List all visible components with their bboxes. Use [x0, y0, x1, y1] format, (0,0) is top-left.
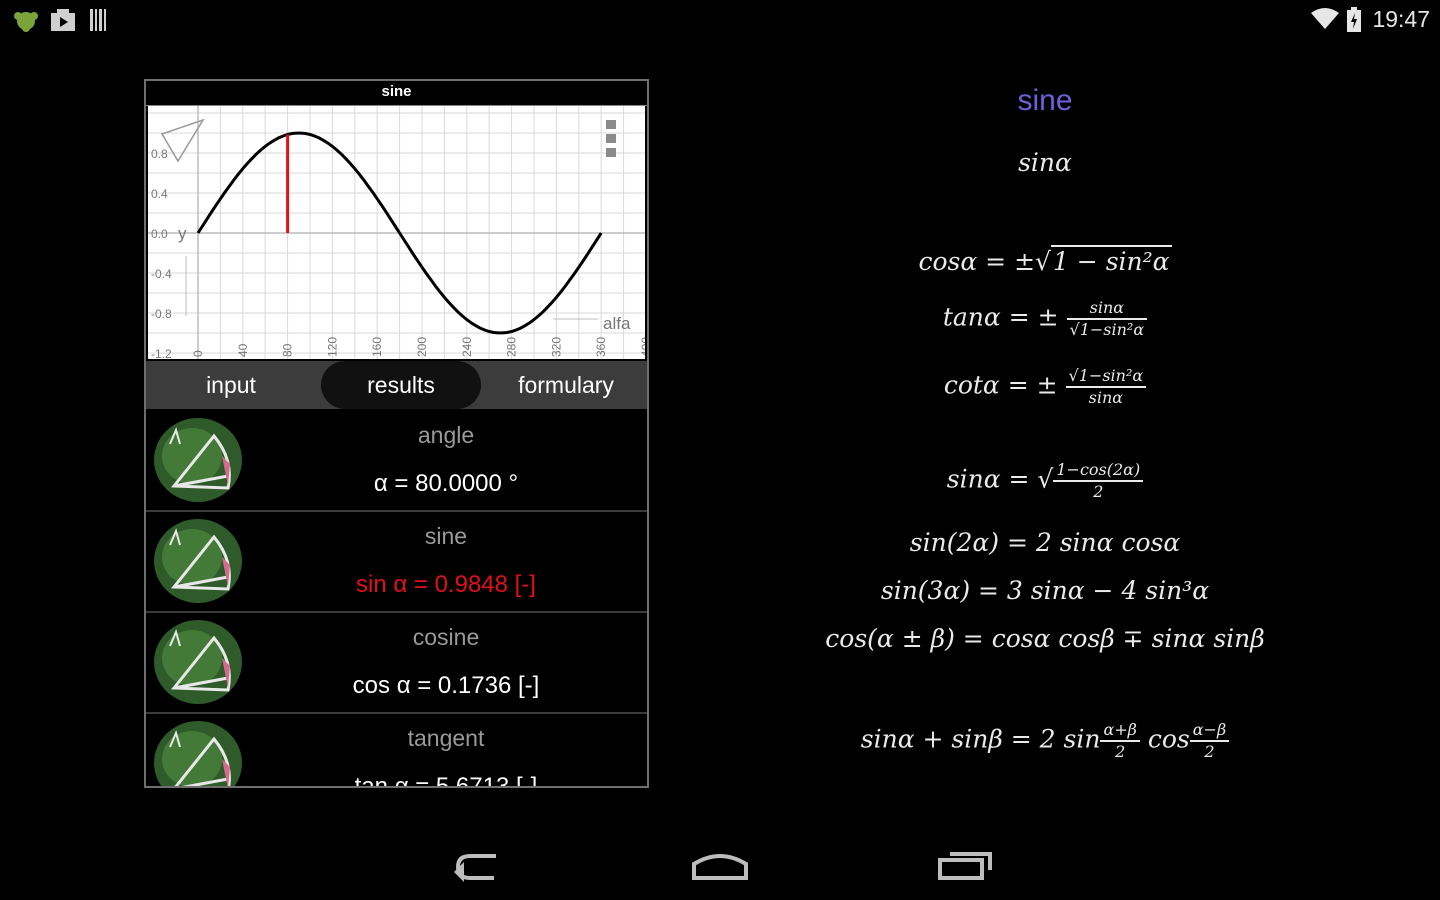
- formula-denominator: 2: [1115, 742, 1126, 761]
- formula-sin2: sin(2α) = 2 sinα cosα: [909, 528, 1181, 557]
- back-icon[interactable]: [450, 848, 506, 888]
- x-tick-label: 280: [505, 337, 519, 357]
- formula-cos: cosα = ±√1 − sin²α: [800, 245, 1290, 276]
- row-label: tangent: [407, 725, 485, 751]
- formula-lhs: tanα: [942, 302, 1001, 332]
- formula-tan: tanα = ± sinα √1−sin²α: [800, 298, 1290, 340]
- formula-numerator: √1−sin²α: [1065, 366, 1147, 388]
- status-bar: 19:47: [0, 0, 1440, 40]
- y-tick-label: 0.8: [151, 147, 168, 161]
- formulary-title: sine: [1017, 84, 1073, 117]
- barcode-icon: [89, 8, 109, 36]
- formula-lhs: cosα: [918, 247, 978, 276]
- x-tick-label: 80: [281, 343, 295, 357]
- x-tick-label: 240: [460, 337, 474, 357]
- y-tick-label: -0.4: [151, 267, 172, 281]
- row-value: α = 80.0000 °: [373, 470, 519, 497]
- tab-bar: input results formulary: [146, 361, 647, 409]
- formula-fraction: 1−cos(2α) 2: [1053, 460, 1144, 502]
- overflow-menu-icon: [606, 134, 616, 143]
- formula-cossum: cos(α ± β) = cosα cosβ ∓ sinα sinβ: [825, 624, 1265, 653]
- formula-denominator: 2: [1093, 482, 1104, 501]
- formula-denominator: sinα: [1088, 388, 1124, 407]
- formula-fraction: sinα √1−sin²α: [1066, 298, 1148, 340]
- sine-icon: [152, 517, 244, 605]
- formula-cot: cotα = ± √1−sin²α sinα: [800, 366, 1290, 408]
- results-list: angle α = 80.0000 ° sine sin α = 0.9848 …: [146, 410, 647, 788]
- x-tick-label: 160: [370, 337, 384, 357]
- result-row-sine[interactable]: sine sin α = 0.9848 [-]: [146, 511, 647, 613]
- y-tick-label: 0.4: [151, 187, 168, 201]
- row-value: tan α = 5.6713 [-]: [354, 773, 538, 788]
- media-icon: [50, 8, 76, 36]
- y-tick-label: -1.2: [151, 347, 172, 359]
- calculator-panel: sine 0.8 0.4 0.0 -0.4 -0.8 -1.2 0 40 80 120 160 200…: [144, 79, 649, 788]
- angle-icon: [152, 416, 244, 504]
- formulary-panel: sine sinα cosα = ±√1 − sin²α tanα = ± si…: [800, 80, 1290, 790]
- navigation-bar: [0, 820, 1440, 900]
- tab-results[interactable]: results: [321, 361, 481, 409]
- formula-fraction: α−β 2: [1189, 720, 1230, 762]
- formula-denominator: √1−sin²α: [1069, 320, 1145, 339]
- formula-eq: =: [977, 247, 1015, 276]
- formula-numerator: sinα: [1066, 298, 1148, 320]
- clock: 19:47: [1372, 6, 1430, 32]
- y-tick-label: 0.0: [151, 227, 168, 241]
- formula-denominator: 2: [1204, 742, 1215, 761]
- sine-chart[interactable]: 0.8 0.4 0.0 -0.4 -0.8 -1.2 0 40 80 120 160 200 240 28…: [148, 106, 645, 359]
- formula-subtitle: sinα: [1018, 148, 1072, 177]
- formula-fraction: √1−sin²α sinα: [1065, 366, 1147, 408]
- row-label: sine: [424, 523, 468, 549]
- formula-numerator: 1−cos(2α): [1053, 460, 1144, 482]
- formula-lhs: sinα + sinβ = 2 sin: [860, 724, 1101, 754]
- x-tick-label: 320: [549, 337, 563, 357]
- tangent-icon: [152, 719, 244, 786]
- orientation-icon: [160, 118, 205, 163]
- tab-formulary[interactable]: formulary: [491, 361, 641, 409]
- wifi-icon: [1310, 7, 1340, 35]
- x-axis-label: alfa: [603, 314, 631, 333]
- chart-title: sine: [381, 83, 412, 100]
- formula-mid: cos: [1139, 724, 1190, 754]
- y-axis-label: y: [178, 224, 187, 243]
- y-tick-label: -0.8: [151, 307, 172, 321]
- x-tick-label: 400: [639, 337, 645, 357]
- recent-apps-icon[interactable]: [936, 848, 996, 888]
- result-row-cosine[interactable]: cosine cos α = 0.1736 [-]: [146, 612, 647, 714]
- row-value: cos α = 0.1736 [-]: [352, 672, 540, 699]
- x-tick-label: 0: [191, 350, 205, 357]
- cosine-icon: [152, 618, 244, 706]
- battery-icon: [1346, 7, 1362, 37]
- result-row-tangent[interactable]: tangent tan α = 5.6713 [-]: [146, 713, 647, 788]
- overflow-menu-icon: [606, 148, 616, 157]
- x-tick-label: 200: [415, 337, 429, 357]
- formula-fraction: α+β 2: [1100, 720, 1140, 762]
- android-icon: [12, 8, 40, 36]
- row-value: sin α = 0.9848 [-]: [356, 571, 536, 598]
- home-icon[interactable]: [690, 848, 750, 888]
- formula-halfsin: sinα = √ 1−cos(2α) 2: [800, 460, 1290, 502]
- formula-lhs: cotα: [943, 370, 1000, 400]
- result-row-angle[interactable]: angle α = 80.0000 °: [146, 410, 647, 512]
- formula-numerator: α−β: [1189, 720, 1230, 742]
- x-tick-label: 40: [236, 343, 250, 357]
- chart-title-bar: sine: [146, 81, 647, 106]
- formula-radicand: 1 − sin²α: [1050, 245, 1172, 276]
- row-label: cosine: [412, 624, 480, 650]
- formula-pm: ±√: [1014, 247, 1051, 276]
- x-tick-label: 120: [325, 337, 339, 357]
- formula-sumsin: sinα + sinβ = 2 sin α+β 2 cos α−β 2: [800, 720, 1290, 762]
- x-tick-label: 360: [594, 337, 608, 357]
- row-label: angle: [417, 422, 475, 448]
- overflow-menu-icon: [606, 120, 616, 129]
- formula-lhs: sinα: [946, 464, 1001, 494]
- formula-sin3: sin(3α) = 3 sinα − 4 sin³α: [880, 576, 1210, 605]
- formula-numerator: α+β: [1100, 720, 1140, 742]
- formula-eq: = ±: [999, 370, 1066, 400]
- formula-eq: = ±: [1000, 302, 1067, 332]
- formula-eq: = √: [1000, 464, 1054, 494]
- tab-input[interactable]: input: [176, 361, 286, 409]
